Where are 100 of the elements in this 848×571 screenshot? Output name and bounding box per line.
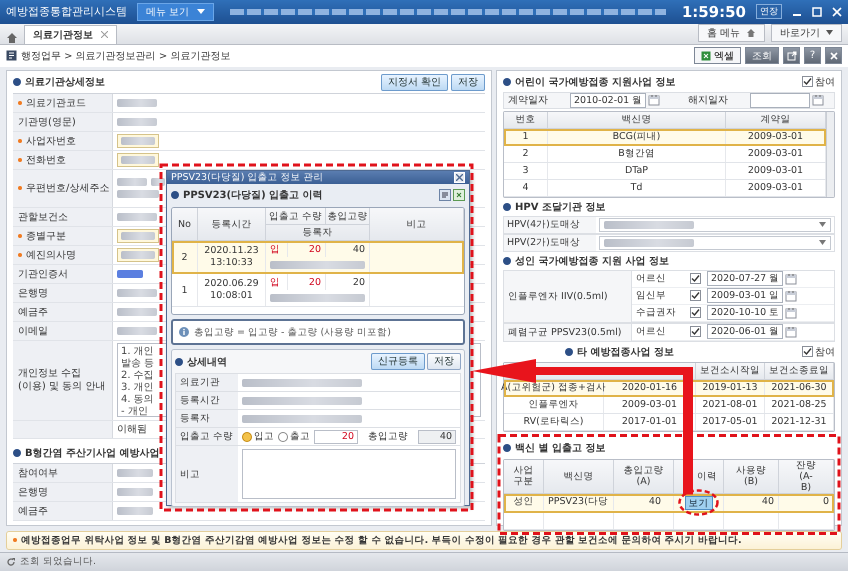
checkbox[interactable] — [690, 273, 701, 284]
field-label: 우편번호/상세주소 — [13, 170, 113, 207]
field-label: 예진의사명 — [13, 246, 113, 264]
checkbox[interactable] — [802, 346, 813, 358]
quantity-field[interactable]: 20 — [314, 430, 358, 444]
maximize-icon[interactable] — [812, 6, 822, 17]
close-button[interactable] — [825, 47, 842, 64]
checkbox[interactable] — [690, 307, 701, 318]
save-button[interactable]: 저장 — [427, 353, 461, 370]
radio-option[interactable]: 출고 — [278, 430, 310, 443]
caret-icon — [819, 222, 826, 228]
home-menu-button[interactable]: 홈 메뉴 — [698, 24, 765, 42]
breadcrumb: 행정업무 > 의료기관정보관리 > 의료기관정보 — [21, 50, 232, 63]
bullet-icon — [13, 538, 17, 542]
column-header: 사업 구분 — [504, 460, 544, 493]
excel-button[interactable]: 엑셀 — [694, 47, 741, 64]
date-field[interactable]: 2020-07-27 월 — [707, 271, 784, 286]
caret-icon — [826, 30, 833, 36]
note-field[interactable] — [242, 449, 456, 499]
spreadsheet-icon[interactable] — [453, 189, 465, 201]
calendar-icon[interactable] — [785, 326, 798, 338]
table-row[interactable]: 1 BCG(피내) 2009-03-01 — [504, 128, 826, 146]
date-field[interactable] — [750, 92, 810, 108]
certificate-button[interactable]: 지정서 확인 — [380, 74, 448, 91]
date-field[interactable]: 2009-03-01 일 — [707, 288, 784, 304]
table-cell: 2020.11.23 13:10:33 — [198, 241, 266, 273]
info-icon — [179, 327, 189, 337]
scrollbar[interactable] — [826, 112, 834, 197]
history-button[interactable]: 보기 — [684, 496, 712, 510]
table-row[interactable]: 4 Td 2009-03-01 — [504, 180, 826, 197]
checkbox[interactable] — [690, 326, 701, 338]
table-cell: 4 — [504, 180, 548, 196]
date-field[interactable]: 2020-06-01 월 — [707, 324, 784, 340]
help-button[interactable]: ? — [804, 47, 821, 64]
bullet-icon — [175, 358, 183, 366]
table-cell: PPSV23(다당 — [544, 494, 614, 510]
input-field[interactable] — [117, 228, 159, 243]
input-field[interactable] — [117, 152, 159, 167]
checkbox[interactable] — [802, 76, 813, 88]
field-label: 이메일 — [13, 322, 113, 340]
field-label: HPV(4가)도매상 — [504, 216, 596, 233]
formula-note: 총입고량 = 입고량 - 출고량 (사용량 미포함) — [194, 326, 391, 338]
table-row[interactable]: 인플루엔자 2009-03-01 2021-08-01 2021-08-25 — [504, 396, 834, 414]
extend-button[interactable]: 연장 — [756, 4, 782, 20]
close-icon — [830, 52, 838, 60]
checkbox[interactable] — [690, 290, 701, 302]
calendar-icon[interactable] — [785, 272, 798, 285]
date-field[interactable]: 2010-02-01 월 — [570, 92, 646, 108]
shortcut-button[interactable]: 바로가기 — [771, 24, 842, 42]
search-button[interactable]: 조회 — [745, 47, 779, 64]
field-label: 임신부 — [636, 289, 667, 302]
table-row[interactable]: RV(로타릭스) 2017-01-01 2017-05-01 2021-12-31 — [504, 414, 834, 431]
blurred-value — [121, 232, 155, 240]
blurred-value — [117, 506, 153, 515]
bullet-icon — [503, 256, 511, 265]
calendar-icon[interactable] — [648, 94, 660, 106]
calendar-icon[interactable] — [785, 290, 798, 302]
new-entry-button[interactable]: 신규등록 — [371, 353, 425, 370]
field-label: 참여여부 — [13, 464, 113, 482]
blurred-value — [117, 178, 147, 186]
home-icon[interactable] — [6, 32, 18, 44]
blurred-value — [117, 488, 153, 496]
input-field[interactable] — [117, 248, 159, 262]
home-icon — [746, 28, 756, 38]
date-field[interactable]: 2020-10-10 토 — [707, 305, 784, 320]
table-row[interactable]: 1 2020.06.29 10:08:01 입 20 20 — [172, 274, 464, 307]
caret-icon — [197, 9, 206, 14]
menu-button[interactable]: 메뉴 보기 — [137, 2, 214, 21]
field-label: 입출고 수량 — [176, 428, 238, 446]
table-row[interactable]: 성인 PPSV23(다당 40 보기 40 0 — [504, 494, 834, 513]
table-cell: 입 — [266, 274, 288, 290]
field-label: 어르신 — [636, 272, 667, 286]
column-header: 등록시간 — [198, 208, 266, 240]
table-cell: RV(로타릭스) — [504, 414, 604, 430]
field-label: 예금주 — [13, 502, 113, 520]
save-button[interactable]: 저장 — [451, 74, 485, 91]
table-cell: 2019-01-13 — [696, 380, 765, 396]
input-field[interactable] — [117, 134, 159, 148]
table-cell: 1 — [504, 128, 548, 145]
table-cell: B형간염 — [548, 146, 726, 162]
radio-option[interactable]: 입고 — [242, 430, 274, 443]
group-label: 인플루엔자 IIV(0.5ml) — [504, 270, 632, 322]
list-icon[interactable] — [439, 189, 451, 201]
field-label: 예금주 — [13, 302, 113, 321]
table-row[interactable]: 2 2020.11.23 13:10:33 입 20 40 — [172, 241, 464, 274]
table-row[interactable]: 3 DTaP 2009-03-01 — [504, 162, 826, 180]
bullet-icon — [503, 78, 511, 86]
refresh-icon — [6, 556, 16, 567]
table-row[interactable]: 2 B형간염 2009-03-01 — [504, 146, 826, 163]
table-cell: 1 — [172, 274, 198, 306]
calendar-icon[interactable] — [812, 94, 824, 106]
popout-button[interactable] — [783, 47, 800, 64]
tab[interactable]: 의료기관정보 — [24, 24, 117, 44]
section-title: 어린이 국가예방접종 지원사업 정보 — [515, 76, 676, 89]
table-cell: 2 — [172, 241, 198, 273]
field-label: 관할보건소 — [13, 208, 113, 226]
calendar-icon[interactable] — [785, 306, 798, 319]
agree-label: 이해됨 — [117, 423, 147, 436]
highlight-ellipse — [678, 489, 719, 516]
page-icon — [6, 50, 17, 62]
